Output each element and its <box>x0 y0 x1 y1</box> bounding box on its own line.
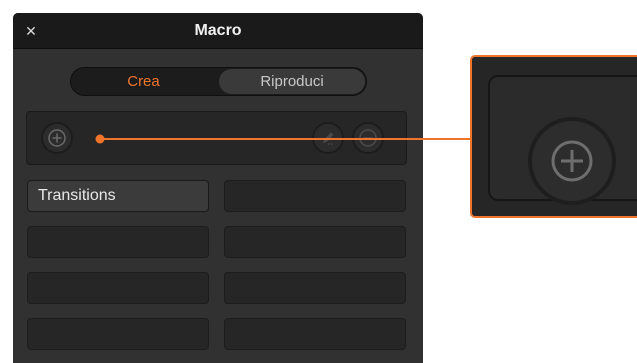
macro-slot-3[interactable] <box>27 226 209 258</box>
record-macro-button[interactable] <box>41 122 73 154</box>
plus-circle-icon <box>551 140 593 182</box>
macro-toolbar <box>26 111 407 165</box>
plus-circle-icon <box>48 129 66 147</box>
zoom-callout <box>470 55 637 218</box>
tab-crea[interactable]: Crea <box>72 69 215 94</box>
minus-circle-icon <box>359 129 377 147</box>
delete-macro-button[interactable] <box>352 122 384 154</box>
edit-macro-button[interactable] <box>312 122 344 154</box>
zoomed-record-button <box>528 117 616 205</box>
mode-segmented-control: Crea Riproduci <box>70 67 367 96</box>
macro-slot-8[interactable] <box>224 318 406 350</box>
macro-slot-2[interactable] <box>224 180 406 212</box>
macro-slot-5[interactable] <box>27 272 209 304</box>
macro-slot-4[interactable] <box>224 226 406 258</box>
macro-slot-6[interactable] <box>224 272 406 304</box>
pencil-icon <box>323 132 334 145</box>
title-bar: ✕ Macro <box>13 13 423 49</box>
macro-slot-1[interactable]: Transitions <box>27 180 209 212</box>
tab-riproduci[interactable]: Riproduci <box>219 69 365 94</box>
macro-panel: ✕ Macro Crea Riproduci Transitions <box>13 13 423 363</box>
macro-slot-7[interactable] <box>27 318 209 350</box>
callout-zoom-area <box>488 75 637 205</box>
window-title: Macro <box>194 22 242 39</box>
